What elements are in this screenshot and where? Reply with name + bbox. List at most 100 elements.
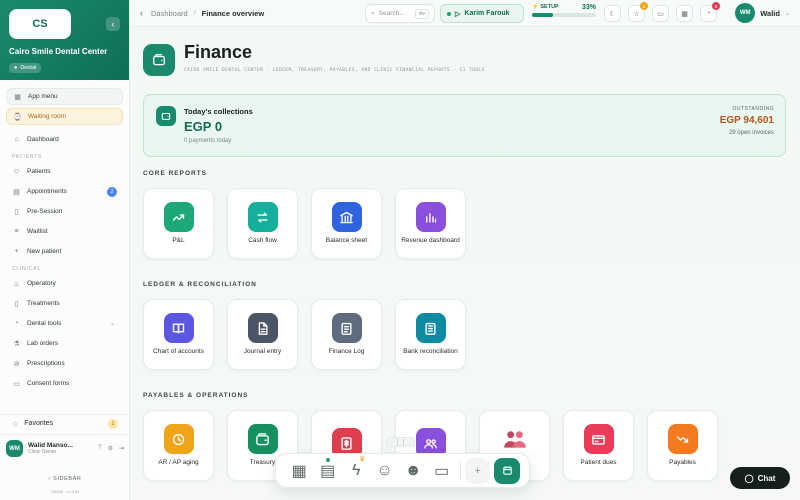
dock-divider: [459, 461, 461, 480]
tooth-icon: ◔: [14, 320, 19, 327]
ledger-tiles: Chart of accounts Journal entry Finance Lo…: [143, 299, 466, 370]
clinic-logo[interactable]: CS: [9, 9, 71, 39]
page-subtitle: CAIRO SMILE DENTAL CENTER · LEDGER, TREA…: [184, 68, 485, 73]
tile-payables[interactable]: Payables: [647, 410, 718, 481]
chevron-down-icon: ⌄: [109, 321, 115, 327]
search-input[interactable]: ⌕ Search... ⌘K: [365, 4, 435, 23]
user-role: Clinic Owner: [28, 449, 57, 455]
section-title-ledger: LEDGER & RECONCILIATION: [143, 281, 257, 288]
user-clock-icon: ⌚: [13, 113, 22, 121]
dock-apps-button[interactable]: ▦: [285, 459, 313, 483]
breadcrumb-current: Finance overview: [201, 8, 265, 18]
sidebar-item-appointments[interactable]: ▤ Appointments 2: [6, 183, 123, 200]
chat-button[interactable]: ◯ Chat: [730, 467, 790, 489]
tile-cash-flow[interactable]: Cash flow: [227, 188, 298, 259]
sidebar-item-patients[interactable]: ☺ Patients: [6, 163, 123, 180]
dock-calendar-button[interactable]: ▤: [313, 457, 341, 483]
back-icon[interactable]: ‹: [140, 8, 143, 18]
tile-balance-sheet[interactable]: Balance sheet: [311, 188, 382, 259]
sidebar-header: CS ‹ Cairo Smile Dental Center ● Dental: [0, 0, 129, 80]
core-reports-tiles: P&L Cash flow Balance sheet Revenue dashboa…: [143, 188, 466, 259]
tile-label: AR / AP aging: [158, 459, 199, 467]
favorites-toggle[interactable]: ☆ Favorites 1: [0, 414, 129, 432]
outstanding-amount: EGP 94,601: [719, 115, 774, 126]
sidebar-item-label: Prescriptions: [27, 360, 65, 367]
sidebar-item-app-menu[interactable]: ▦ App menu: [6, 88, 123, 105]
collections-card: Today's collections EGP 0 0 payments tod…: [143, 94, 786, 157]
settings-icon[interactable]: ⚙: [108, 445, 113, 452]
quick-dock: ▦ ▤ ϟ ♛ ☺ ☻ ▭ +: [275, 453, 530, 488]
user-name: Walid Manso...: [28, 442, 73, 449]
dock-actions-button[interactable]: ϟ ♛: [342, 456, 370, 483]
dock-payments-button[interactable]: ▭: [427, 459, 455, 483]
bolt-icon: ⚡: [532, 4, 539, 10]
help-icon[interactable]: ?: [98, 445, 101, 452]
sidebar-user[interactable]: WM Walid Manso... Clinic Owner ? ⚙ ⇥: [0, 434, 129, 462]
tile-label: Finance Log: [328, 348, 365, 356]
sidebar-item-waitlist[interactable]: ≡ Waitlist: [6, 223, 123, 240]
tile-finance-log[interactable]: Finance Log: [311, 299, 382, 370]
sidebar: CS ‹ Cairo Smile Dental Center ● Dental …: [0, 0, 130, 500]
apps-button[interactable]: ▦: [676, 5, 693, 22]
breadcrumb-parent[interactable]: Dashboard: [151, 9, 188, 18]
tile-journal-entry[interactable]: Journal entry: [227, 299, 298, 370]
plus-icon: +: [474, 464, 481, 477]
sidebar-nav: ▦ App menu ⌚ Waiting room ⌂ Dashboard PA…: [0, 80, 129, 392]
tile-ar-ap-aging[interactable]: AR / AP aging: [143, 410, 214, 481]
sidebar-item-treatments[interactable]: ▯ Treatments: [6, 295, 123, 312]
tile-bank-reconciliation[interactable]: Bank reconciliation: [395, 299, 466, 370]
dock-add-button[interactable]: +: [464, 457, 491, 484]
dock-team-button[interactable]: ☻: [399, 459, 427, 483]
tile-patient-dues[interactable]: Patient dues: [563, 410, 634, 481]
chat-label: Chat: [757, 473, 776, 483]
trend-up-icon: [163, 202, 194, 233]
sidebar-toggle[interactable]: ‹ SIDEBAR: [0, 476, 129, 482]
sidebar-item-label: Dental tools: [27, 320, 62, 327]
status-dot: [447, 11, 451, 16]
tile-p-l[interactable]: P&L: [143, 188, 214, 259]
sidebar-toggle-label: SIDEBAR: [53, 476, 82, 482]
tile-revenue-dashboard[interactable]: Revenue dashboard: [395, 188, 466, 259]
sidebar-item-dashboard[interactable]: ⌂ Dashboard: [6, 131, 123, 148]
setup-progress[interactable]: ⚡ SETUP 33%: [532, 4, 596, 23]
dock-appointment-button[interactable]: [494, 457, 520, 484]
sidebar-item-prescriptions[interactable]: ⊘ Prescriptions: [6, 355, 123, 372]
sidebar-item-pre-session[interactable]: ▯ Pre-Session: [6, 203, 123, 220]
sidebar-item-label: Treatments: [27, 300, 60, 307]
sidebar-item-consent-forms[interactable]: ▭ Consent forms: [6, 375, 123, 392]
bank-icon: [331, 202, 362, 233]
tile-label: Payables: [669, 459, 696, 467]
monitor-icon: ▭: [657, 10, 664, 18]
setup-progress-bar: [532, 13, 596, 17]
dock-patient-button[interactable]: ☺: [370, 459, 398, 483]
notifications-button[interactable]: ◔ 5: [700, 2, 720, 22]
active-patient-pill[interactable]: ▷ Karim Farouk: [440, 4, 524, 23]
flask-icon: ⚗: [13, 340, 20, 348]
favorites-count-badge: 1: [108, 418, 118, 429]
pill-icon: ⊘: [13, 360, 20, 368]
collapse-sidebar-button[interactable]: ‹: [106, 17, 120, 31]
outstanding-note: 29 open invoices: [728, 130, 774, 136]
sidebar-item-new-patient[interactable]: + New patient: [6, 243, 123, 260]
clock-icon: [163, 424, 194, 455]
sidebar-item-lab-orders[interactable]: ⚗ Lab orders: [6, 335, 123, 352]
chair-icon: ♨: [13, 280, 20, 288]
logout-icon[interactable]: ⇥: [119, 445, 124, 452]
log-icon: [331, 313, 362, 344]
sidebar-item-dental-tools[interactable]: ◔ Dental tools ⌄: [6, 315, 123, 332]
clinic-tag: ● Dental: [9, 63, 42, 73]
user-name: Walid: [760, 8, 780, 18]
user-menu[interactable]: WM Walid ⌄: [735, 3, 790, 23]
star-icon: ☆: [633, 10, 640, 18]
theme-toggle-button[interactable]: ☾: [604, 5, 621, 22]
tile-chart-of-accounts[interactable]: Chart of accounts: [143, 299, 214, 370]
dock-drag-handle[interactable]: ⋮⋮: [386, 437, 415, 447]
favorites-button[interactable]: ☆ 3: [628, 2, 648, 22]
display-button[interactable]: ▭: [652, 5, 669, 22]
sidebar-item-waiting-room[interactable]: ⌚ Waiting room: [6, 108, 123, 125]
bar-chart-icon: [415, 202, 446, 233]
sidebar-item-label: New patient: [27, 248, 62, 255]
document-icon: ▭: [13, 380, 20, 388]
sidebar-item-operatory[interactable]: ♨ Operatory: [6, 275, 123, 292]
notifications-badge: 5: [712, 2, 720, 10]
